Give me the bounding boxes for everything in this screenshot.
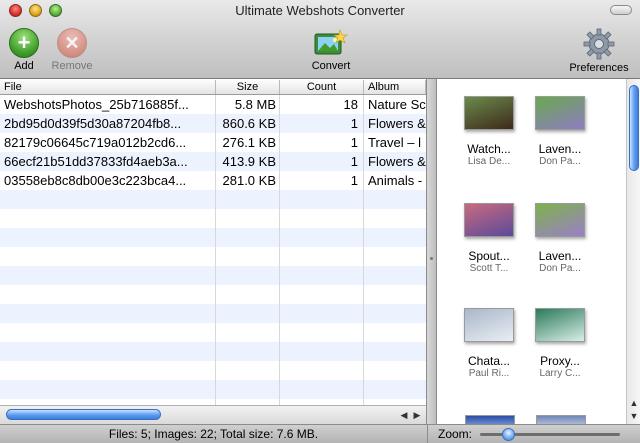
table-body: 03558eb8c8db00e3c223bca4... 281.0 KB 1 Anim…: [0, 95, 426, 418]
cell-file: 03558eb8c8db00e3c223bca4...: [4, 173, 187, 188]
window-toolbar: Ultimate Webshots Converter + Add ✕ Remo…: [0, 0, 640, 79]
thumbnail-image[interactable]: [535, 308, 585, 342]
remove-button[interactable]: ✕ Remove: [48, 28, 96, 72]
thumbnail-title: Laven...: [538, 142, 582, 156]
toolbar-toggle-button[interactable]: [610, 5, 632, 15]
cell-album: Travel – l: [368, 135, 421, 150]
gear-icon: [583, 28, 615, 60]
thumbnail-image[interactable]: [465, 415, 515, 424]
cell-file: WebshotsPhotos_25b716885f...: [4, 97, 189, 112]
cell-file: 82179c06645c719a012b2cd6...: [4, 135, 187, 150]
splitter-grip-icon: [430, 257, 433, 260]
thumbnail-item[interactable]: Chata... Paul Ri...: [454, 308, 524, 379]
column-divider: [215, 95, 216, 408]
file-table: File Size Count Album 03558eb8c8db00e3c2…: [0, 79, 427, 424]
thumbnail-title: Laven...: [538, 249, 582, 263]
thumbnail-author: Scott T...: [469, 263, 509, 274]
thumbnail-item[interactable]: Spout... Scott T...: [454, 203, 524, 274]
preferences-button[interactable]: Preferences: [562, 28, 636, 74]
cell-count: 1: [350, 154, 358, 169]
vertical-scroll-thumb[interactable]: [629, 85, 639, 171]
window-title: Ultimate Webshots Converter: [235, 3, 405, 18]
thumbnail-image[interactable]: [464, 308, 514, 342]
thumbnail-pane: Watch... Lisa De... Laven... Don Pa... Spout…: [436, 79, 640, 424]
cell-count: 1: [350, 135, 358, 150]
zoom-slider-knob[interactable]: [502, 428, 515, 441]
thumbnail-author: Lisa De...: [467, 156, 511, 167]
cell-count: 1: [350, 173, 358, 188]
plus-icon: +: [9, 28, 39, 58]
thumbnail-title: Proxy...: [540, 354, 580, 368]
add-button[interactable]: + Add: [4, 28, 44, 72]
thumbnail-image[interactable]: [536, 415, 586, 424]
scroll-left-arrow-icon[interactable]: ◀: [398, 408, 410, 422]
convert-icon: [314, 28, 348, 55]
thumbnail-item[interactable]: Laven... Don Pa...: [525, 96, 595, 167]
cell-count: 18: [343, 97, 358, 112]
cell-file: 66ecf21b51dd37833fd4aeb3a...: [4, 154, 188, 169]
cell-count: 1: [350, 116, 358, 131]
thumbnail-author: Larry C...: [539, 368, 581, 379]
thumbnail-title: Chata...: [467, 354, 511, 368]
scroll-right-arrow-icon[interactable]: ▶: [411, 408, 423, 422]
thumbnail-image[interactable]: [464, 96, 514, 130]
thumbnail-title: Watch...: [467, 142, 511, 156]
cell-album: Flowers &: [368, 116, 426, 131]
thumbnail-title: Spout...: [468, 249, 510, 263]
scroll-down-arrow-icon[interactable]: ▼: [628, 411, 640, 421]
cell-album: Nature Sc: [368, 97, 426, 112]
cell-album: Flowers &: [368, 154, 426, 169]
scroll-up-arrow-icon[interactable]: ▲: [628, 398, 640, 408]
thumbnail-image[interactable]: [535, 96, 585, 130]
column-header-album[interactable]: Album: [364, 80, 426, 94]
horizontal-scroll-thumb[interactable]: [6, 409, 161, 420]
cell-size: 281.0 KB: [222, 173, 277, 188]
thumbnail-author: Don Pa...: [539, 156, 581, 167]
table-header: File Size Count Album: [0, 79, 426, 95]
thumbnail-item[interactable]: Proxy... Larry C...: [525, 308, 595, 379]
thumbnail-item[interactable]: Watch... Lisa De...: [454, 96, 524, 167]
column-divider: [363, 95, 364, 408]
thumbnail-author: Paul Ri...: [468, 368, 510, 379]
zoom-label: Zoom:: [438, 427, 473, 441]
cell-file: 2bd95d0d39f5d30a87204fb8...: [4, 116, 182, 131]
vertical-scrollbar[interactable]: ▲ ▼: [626, 79, 640, 424]
horizontal-scrollbar[interactable]: ◀ ▶: [0, 405, 426, 424]
cell-size: 5.8 MB: [234, 97, 276, 112]
zoom-control: Zoom:: [427, 424, 640, 443]
column-header-size[interactable]: Size: [216, 80, 280, 94]
pane-splitter[interactable]: [427, 79, 436, 424]
cell-size: 413.9 KB: [222, 154, 277, 169]
convert-button[interactable]: Convert: [300, 28, 362, 72]
convert-label: Convert: [311, 60, 351, 72]
column-header-file[interactable]: File: [0, 80, 216, 94]
column-header-count[interactable]: Count: [280, 80, 364, 94]
cell-size: 860.6 KB: [222, 116, 277, 131]
preferences-label: Preferences: [569, 62, 629, 74]
zoom-slider-track[interactable]: [480, 433, 620, 436]
thumbnail-author: Don Pa...: [539, 263, 581, 274]
cell-size: 276.1 KB: [222, 135, 277, 150]
thumbnail-image[interactable]: [464, 203, 514, 237]
column-divider: [279, 95, 280, 408]
thumbnail-item[interactable]: Laven... Don Pa...: [525, 203, 595, 274]
cell-album: Animals -: [368, 173, 423, 188]
status-bar: Files: 5; Images: 22; Total size: 7.6 MB…: [0, 424, 427, 443]
remove-icon: ✕: [57, 28, 87, 58]
remove-label: Remove: [51, 60, 93, 72]
thumbnail-image[interactable]: [535, 203, 585, 237]
add-label: Add: [14, 60, 34, 72]
